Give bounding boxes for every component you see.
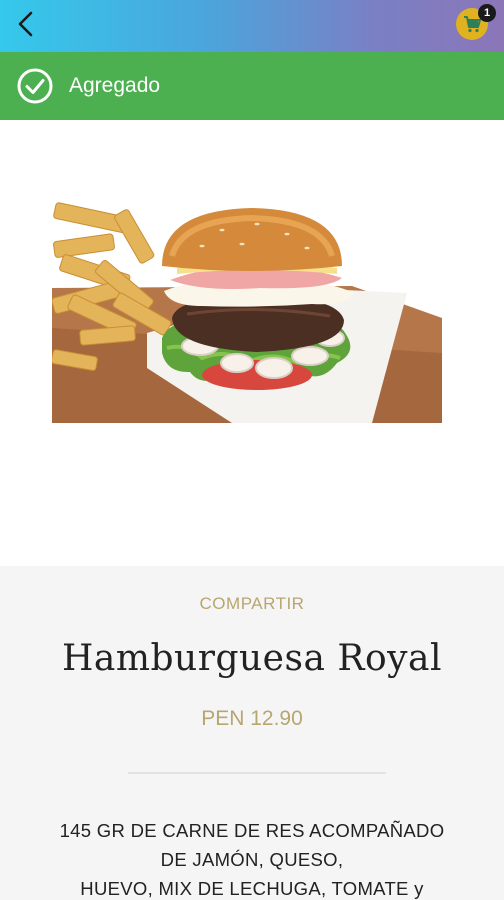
description-line: HUEVO, MIX DE LECHUGA, TOMATE y bbox=[80, 878, 424, 899]
added-notification: Agregado bbox=[0, 52, 504, 120]
share-button[interactable]: COMPARTIR bbox=[0, 594, 504, 614]
product-description: 145 GR DE CARNE DE RES ACOMPAÑADO DE JAM… bbox=[20, 816, 484, 900]
product-title: Hamburguesa Royal bbox=[62, 638, 442, 679]
cart-count-badge: 1 bbox=[478, 4, 496, 22]
cart-button[interactable]: 1 bbox=[456, 4, 496, 44]
check-circle-icon bbox=[17, 68, 53, 104]
divider bbox=[128, 772, 386, 774]
chevron-left-icon bbox=[18, 11, 33, 37]
product-photo bbox=[52, 168, 442, 423]
description-line: 145 GR DE CARNE DE RES ACOMPAÑADO bbox=[59, 820, 445, 841]
app-header: 1 bbox=[0, 0, 504, 52]
description-line: DE JAMÓN, QUESO, bbox=[160, 849, 344, 870]
notification-message: Agregado bbox=[69, 74, 161, 97]
back-button[interactable] bbox=[8, 6, 44, 42]
product-image-area bbox=[0, 120, 504, 566]
product-details: COMPARTIR Hamburguesa Royal PEN 12.90 14… bbox=[0, 566, 504, 900]
product-price: PEN 12.90 bbox=[201, 707, 303, 730]
